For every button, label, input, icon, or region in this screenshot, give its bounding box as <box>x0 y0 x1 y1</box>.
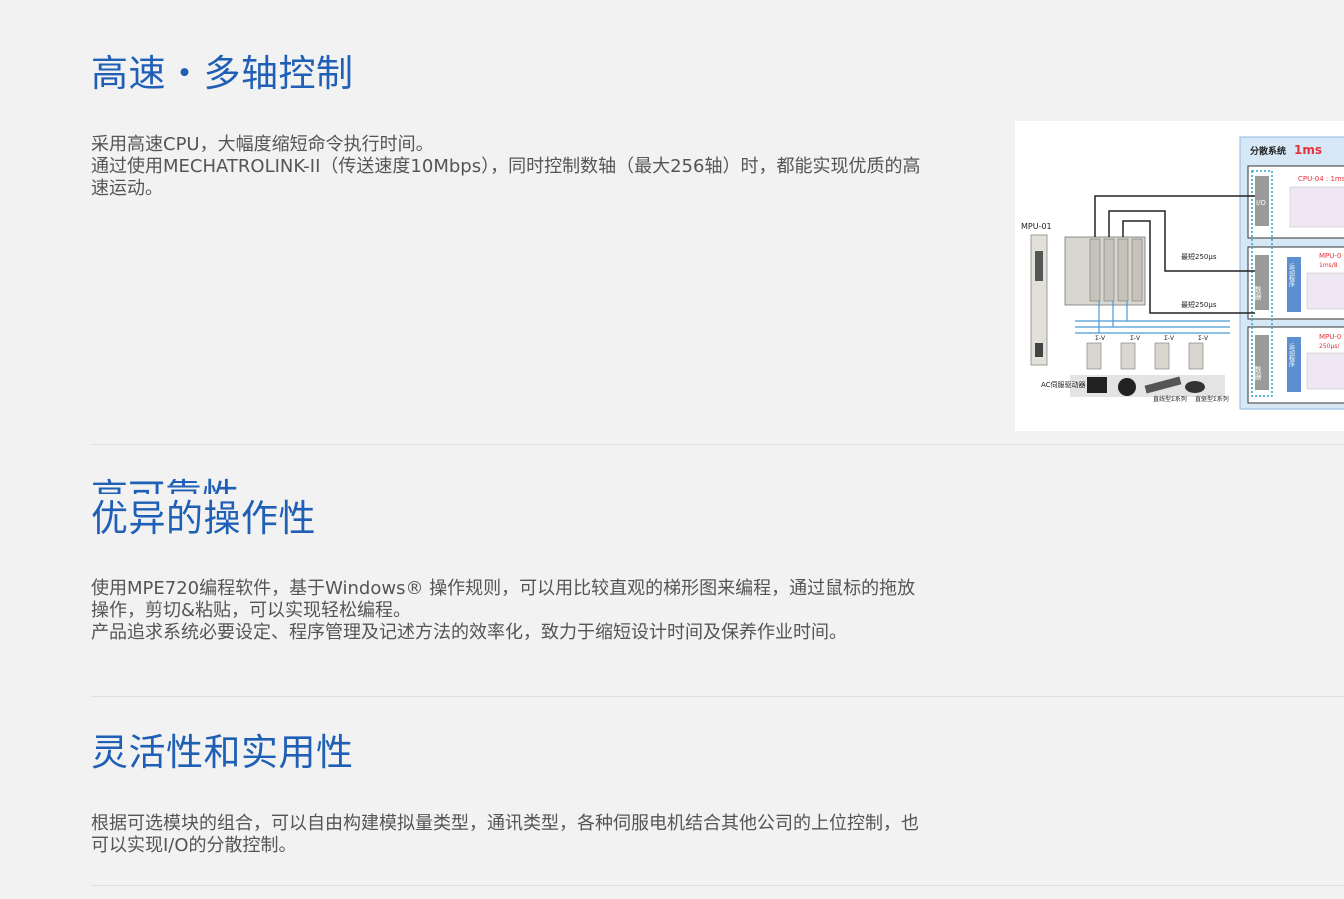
program-label-2: 运动程序 <box>1288 342 1295 368</box>
mpu-unit-port <box>1035 251 1043 281</box>
timing-label-1: 最短250µs <box>1181 252 1217 261</box>
section-body: 采用高速CPU，大幅度缩短命令执行时间。 通过使用MECHATROLINK-II… <box>91 134 931 200</box>
page: 高速・多轴控制 采用高速CPU，大幅度缩短命令执行时间。 通过使用MECHATR… <box>0 0 1344 899</box>
section-title: 优异的操作性 <box>91 497 316 540</box>
section-high-speed: 高速・多轴控制 采用高速CPU，大幅度缩短命令执行时间。 通过使用MECHATR… <box>91 52 931 200</box>
divider <box>91 885 1344 886</box>
section-body: 根据可选模块的组合，可以自由构建模拟量类型，通讯类型，各种伺服电机结合其他公司的… <box>91 813 931 857</box>
data-label-1: 数据 <box>1254 285 1262 301</box>
paragraph: 采用高速CPU，大幅度缩短命令执行时间。 <box>91 134 434 155</box>
mpu-unit-port <box>1035 343 1043 357</box>
section-title: 高速・多轴控制 <box>91 52 354 95</box>
divider <box>91 444 1344 445</box>
hidden-title-text: 高可靠性 <box>91 476 239 494</box>
sigma-tag: Σ-V <box>1095 335 1106 342</box>
paragraph: 产品追求系统必要设定、程序管理及记述方法的效率化，致力于缩短设计时间及保养作业时… <box>91 622 847 643</box>
mpu-sub-1: 1ms/8 <box>1319 262 1338 269</box>
direct-drive-motor <box>1185 381 1205 393</box>
rack-module <box>1117 238 1129 302</box>
servo-drive <box>1188 342 1204 370</box>
section-title: 灵活性和实用性 <box>91 731 354 774</box>
distributed-control-diagram: 分散系统 1ms I/O 数据 数据 运动程序 运动程序 CPU-04 : 1m… <box>1015 121 1344 431</box>
motor <box>1118 378 1136 396</box>
data-label-2: 数据 <box>1254 365 1262 381</box>
divider <box>91 696 1344 697</box>
paragraph: 使用MPE720编程软件，基于Windows® 操作规则，可以用比较直观的梯形图… <box>91 578 916 621</box>
timing-label-2: 最短250µs <box>1181 300 1217 309</box>
connection-line <box>1094 195 1255 237</box>
servo-label: AC伺服驱动器 <box>1041 380 1086 389</box>
system-period: 1ms <box>1294 143 1322 157</box>
paragraph: 根据可选模块的组合，可以自由构建模拟量类型，通讯类型，各种伺服电机结合其他公司的… <box>91 813 919 856</box>
section-operability: 优异的操作性 使用MPE720编程软件，基于Windows® 操作规则，可以用比… <box>91 497 931 644</box>
diagram-svg: 分散系统 1ms I/O 数据 数据 运动程序 运动程序 CPU-04 : 1m… <box>1021 136 1344 410</box>
screen-thumb <box>1306 272 1344 310</box>
rack-module <box>1089 238 1101 302</box>
hidden-section-title: 高可靠性 <box>91 476 239 494</box>
section-flexibility: 灵活性和实用性 根据可选模块的组合，可以自由构建模拟量类型，通讯类型，各种伺服电… <box>91 731 931 857</box>
screen-thumb <box>1289 186 1344 228</box>
mpu-sub-2: 250µs/ <box>1319 343 1340 350</box>
paragraph: 通过使用MECHATROLINK-II（传送速度10Mbps），同时控制数轴（最… <box>91 156 921 199</box>
data-block-2 <box>1255 335 1269 390</box>
mpu-label-2: MPU-0 <box>1319 333 1341 341</box>
sigma-tag: Σ-V <box>1164 335 1175 342</box>
program-label-1: 运动程序 <box>1288 262 1295 288</box>
cpu-label: CPU-04 : 1ms <box>1298 175 1344 183</box>
servo-drive <box>1086 342 1102 370</box>
linear-label: 直线型Σ系列 <box>1153 395 1187 403</box>
rack-module <box>1103 238 1115 302</box>
io-label: I/O <box>1256 199 1266 207</box>
direct-label: 直驱型Σ系列 <box>1195 395 1229 403</box>
mpu-label-1: MPU-0 <box>1319 252 1341 260</box>
sigma-tag: Σ-V <box>1130 335 1141 342</box>
rack-module <box>1131 238 1143 302</box>
section-body: 使用MPE720编程软件，基于Windows® 操作规则，可以用比较直观的梯形图… <box>91 578 931 644</box>
unit-label: MPU-01 <box>1021 222 1052 231</box>
motor <box>1087 377 1107 393</box>
servo-drive <box>1120 342 1136 370</box>
sigma-tag: Σ-V <box>1198 335 1209 342</box>
screen-thumb <box>1306 352 1344 390</box>
system-label: 分散系统 <box>1250 145 1286 157</box>
servo-drive <box>1154 342 1170 370</box>
data-block-1 <box>1255 255 1269 310</box>
